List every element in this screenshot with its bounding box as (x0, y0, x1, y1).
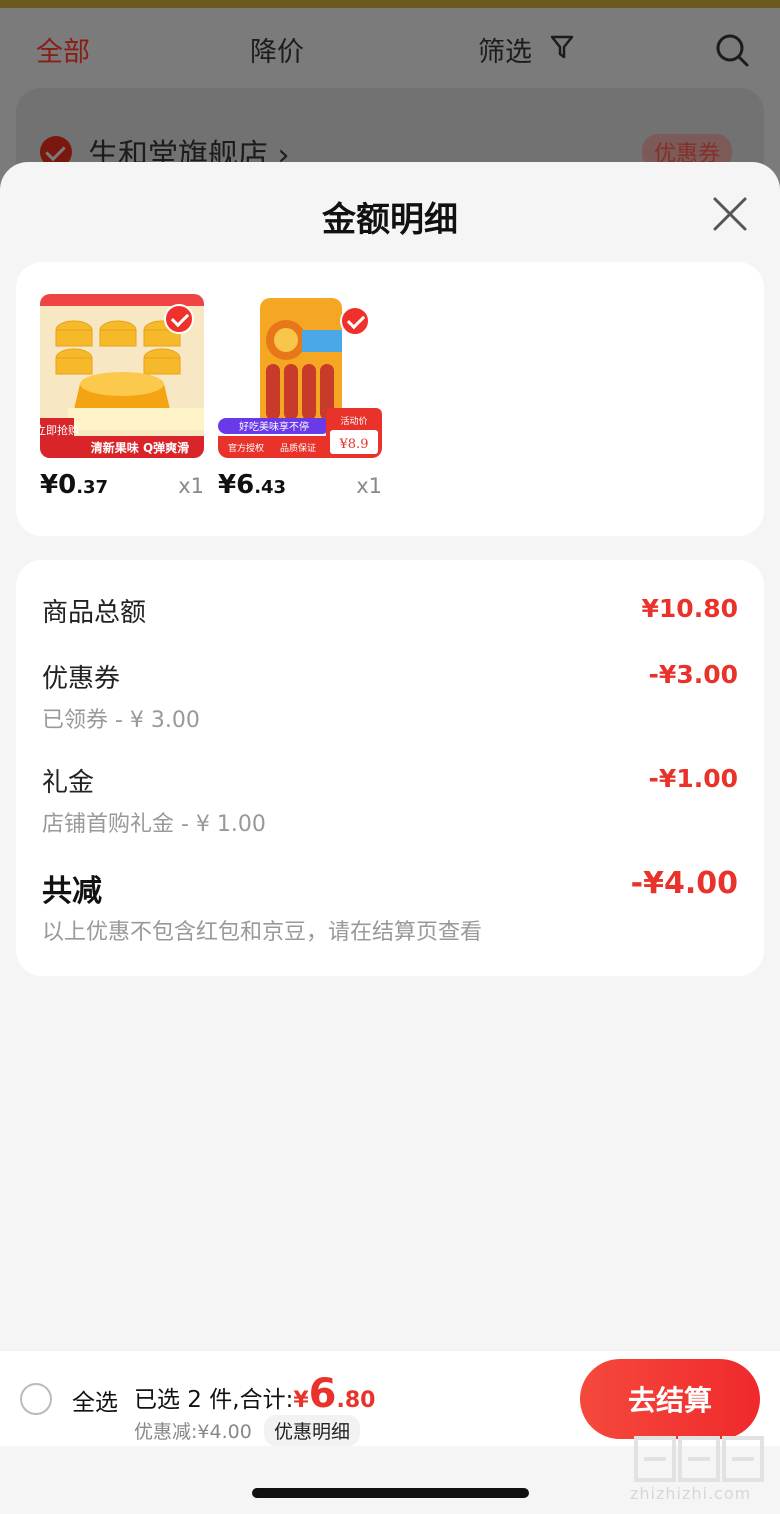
jelly-slogan-text: 清新果味 Q弹爽滑 (91, 440, 189, 455)
product-quantity: x1 (356, 474, 382, 498)
price-decimal: .37 (76, 477, 109, 498)
sheet-title: 金额明细 (322, 200, 458, 240)
select-all-label[interactable]: 全选 (72, 1383, 118, 1417)
gift-value: -¥1.00 (648, 764, 738, 793)
total-integer: 6 (308, 1371, 337, 1417)
sausage-tag1-text: 官方授权 (228, 442, 264, 454)
price-integer: ¥0 (40, 470, 77, 500)
coupon-subtext: 已领券 - ¥ 3.00 (42, 708, 200, 733)
total-currency: ¥ (293, 1388, 309, 1413)
tab-price-drop[interactable]: 降价 (250, 30, 304, 69)
total-reduce-label: 共减 (42, 874, 102, 909)
coupon-label: 优惠券 (42, 664, 121, 694)
total-amount: ¥6.80 (293, 1371, 376, 1417)
jelly-promo-text: 立即抢购 (40, 423, 79, 437)
discount-detail-link[interactable]: 优惠明细 (264, 1415, 361, 1446)
search-icon[interactable] (714, 32, 750, 68)
price-integer: ¥6 (218, 470, 255, 500)
discount-note: 以上优惠不包含红包和京豆，请在结算页查看 (42, 920, 483, 945)
close-icon[interactable] (712, 196, 748, 232)
gift-subtext: 店铺首购礼金 - ¥ 1.00 (42, 812, 266, 837)
amount-detail-sheet: 金额明细 立即抢购 清新果味 Q弹爽滑 ¥0.37 x1 好吃美味享不停 官方授… (0, 162, 780, 1514)
coupon-value: -¥3.00 (648, 660, 738, 689)
total-decimal: .80 (336, 1388, 376, 1413)
selected-prefix: 已选 2 件,合计: (134, 1387, 294, 1413)
summary-card: 商品总额 ¥10.80 优惠券 -¥3.00 已领券 - ¥ 3.00 礼金 -… (16, 560, 764, 976)
total-reduce-value: -¥4.00 (630, 866, 738, 901)
filter-icon[interactable] (550, 34, 574, 60)
selected-summary: 已选 2 件,合计:¥6.80 (134, 1371, 375, 1417)
goods-total-label: 商品总额 (42, 598, 147, 628)
sausage-activity-text: 活动价 (340, 415, 367, 427)
sausage-tag2-text: 品质保证 (280, 442, 316, 454)
product-price: ¥0.37 (40, 470, 108, 500)
product-check-icon[interactable] (340, 306, 370, 336)
home-indicator[interactable] (252, 1488, 529, 1498)
background-top-strip (0, 0, 780, 8)
tab-filter[interactable]: 筛选 (478, 30, 532, 69)
tab-all[interactable]: 全部 (36, 30, 90, 69)
watermark-text: zhizhizhi.com (630, 1484, 752, 1503)
product-price: ¥6.43 (218, 470, 286, 500)
product-check-icon[interactable] (164, 304, 194, 334)
products-card: 立即抢购 清新果味 Q弹爽滑 ¥0.37 x1 好吃美味享不停 官方授权 品质保… (16, 262, 764, 536)
select-all-checkbox[interactable] (20, 1383, 52, 1415)
price-decimal: .43 (254, 477, 287, 498)
checkout-button[interactable]: 去结算 (580, 1359, 760, 1439)
product-quantity: x1 (178, 474, 204, 498)
gift-label: 礼金 (42, 768, 95, 798)
goods-total-value: ¥10.80 (641, 594, 738, 623)
sausage-banner-text: 好吃美味享不停 (239, 420, 309, 433)
sausage-activity-price: ¥8.9 (339, 437, 369, 452)
discount-amount: 优惠减:¥4.00 (134, 1421, 252, 1443)
